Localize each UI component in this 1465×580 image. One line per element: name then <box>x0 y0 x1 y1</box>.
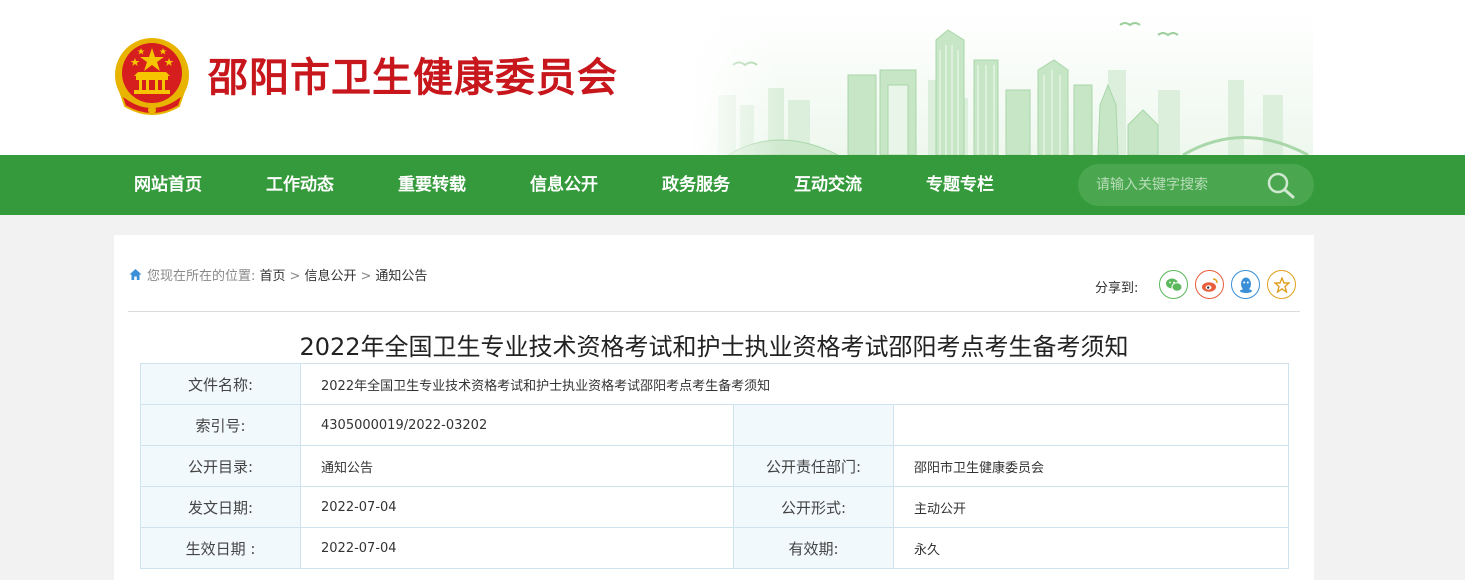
nav-item-work-news[interactable]: 工作动态 <box>266 155 334 215</box>
validity-value: 永久 <box>892 527 1290 569</box>
site-header: 邵阳市卫生健康委员会 <box>0 0 1465 155</box>
doc-name-label: 文件名称: <box>140 363 301 405</box>
table-row: 索引号: 4305000019/2022-03202 <box>140 404 1290 446</box>
article-title: 2022年全国卫生专业技术资格考试和护士执业资格考试邵阳考点考生备考须知 <box>299 333 1129 361</box>
nav-item-reposts[interactable]: 重要转载 <box>398 155 466 215</box>
share-label: 分享到: <box>1095 281 1139 296</box>
empty-value-cell <box>892 404 1290 446</box>
share-favorite-button[interactable] <box>1267 270 1296 299</box>
catalog-value: 通知公告 <box>300 445 734 487</box>
nav-item-special-topics[interactable]: 专题专栏 <box>926 155 994 215</box>
breadcrumb-separator: > <box>289 269 301 284</box>
nav-item-gov-services[interactable]: 政务服务 <box>662 155 730 215</box>
issue-date-value: 2022-07-04 <box>300 486 734 528</box>
breadcrumb-link-info-disclosure[interactable]: 信息公开 <box>304 269 356 284</box>
weibo-icon <box>1201 277 1218 292</box>
breadcrumb-prefix: 您现在所在的位置: <box>147 269 256 284</box>
home-icon <box>129 269 142 280</box>
header-divider <box>128 311 1300 312</box>
index-number-label: 索引号: <box>140 404 301 446</box>
responsible-dept-label: 公开责任部门: <box>733 445 894 487</box>
nav-item-home[interactable]: 网站首页 <box>134 155 202 215</box>
disclosure-form-value: 主动公开 <box>892 486 1290 528</box>
breadcrumb-link-home[interactable]: 首页 <box>260 269 286 284</box>
effective-date-value: 2022-07-04 <box>300 527 734 569</box>
breadcrumb-link-notices[interactable]: 通知公告 <box>375 269 427 284</box>
breadcrumb: 您现在所在的位置: 首页 > 信息公开 > 通知公告 <box>129 267 427 287</box>
effective-date-label: 生效日期 : <box>140 527 301 569</box>
empty-label-cell <box>733 404 894 446</box>
catalog-label: 公开目录: <box>140 445 301 487</box>
table-row: 文件名称: 2022年全国卫生专业技术资格考试和护士执业资格考试邵阳考点考生备考… <box>140 363 1290 405</box>
article-card: 您现在所在的位置: 首页 > 信息公开 > 通知公告 分享到: 2022年全国卫… <box>114 235 1314 580</box>
table-row: 生效日期 : 2022-07-04 有效期: 永久 <box>140 527 1290 569</box>
document-metadata-table: 文件名称: 2022年全国卫生专业技术资格考试和护士执业资格考试邵阳考点考生备考… <box>140 363 1290 569</box>
index-number-value: 4305000019/2022-03202 <box>300 404 734 446</box>
search-input[interactable] <box>1096 164 1266 206</box>
city-skyline-illustration <box>688 10 1313 155</box>
validity-label: 有效期: <box>733 527 894 569</box>
share-qq-button[interactable] <box>1231 270 1260 299</box>
share-weibo-button[interactable] <box>1195 270 1224 299</box>
site-title[interactable]: 邵阳市卫生健康委员会 <box>208 52 618 104</box>
wechat-icon <box>1165 278 1182 292</box>
favorite-star-icon <box>1273 276 1290 293</box>
qq-icon <box>1239 277 1252 293</box>
disclosure-form-label: 公开形式: <box>733 486 894 528</box>
search-box <box>1078 164 1314 206</box>
national-emblem-icon[interactable] <box>113 36 191 118</box>
table-row: 发文日期: 2022-07-04 公开形式: 主动公开 <box>140 486 1290 528</box>
share-wechat-button[interactable] <box>1159 270 1188 299</box>
nav-item-info-disclosure[interactable]: 信息公开 <box>530 155 598 215</box>
doc-name-value: 2022年全国卫生专业技术资格考试和护士执业资格考试邵阳考点考生备考须知 <box>299 363 1290 405</box>
issue-date-label: 发文日期: <box>140 486 301 528</box>
main-nav: 网站首页 工作动态 重要转载 信息公开 政务服务 互动交流 专题专栏 <box>0 155 1465 215</box>
responsible-dept-value: 邵阳市卫生健康委员会 <box>892 445 1290 487</box>
nav-item-interaction[interactable]: 互动交流 <box>794 155 862 215</box>
table-row: 公开目录: 通知公告 公开责任部门: 邵阳市卫生健康委员会 <box>140 445 1290 487</box>
breadcrumb-separator: > <box>360 269 372 284</box>
search-icon[interactable] <box>1264 169 1298 201</box>
